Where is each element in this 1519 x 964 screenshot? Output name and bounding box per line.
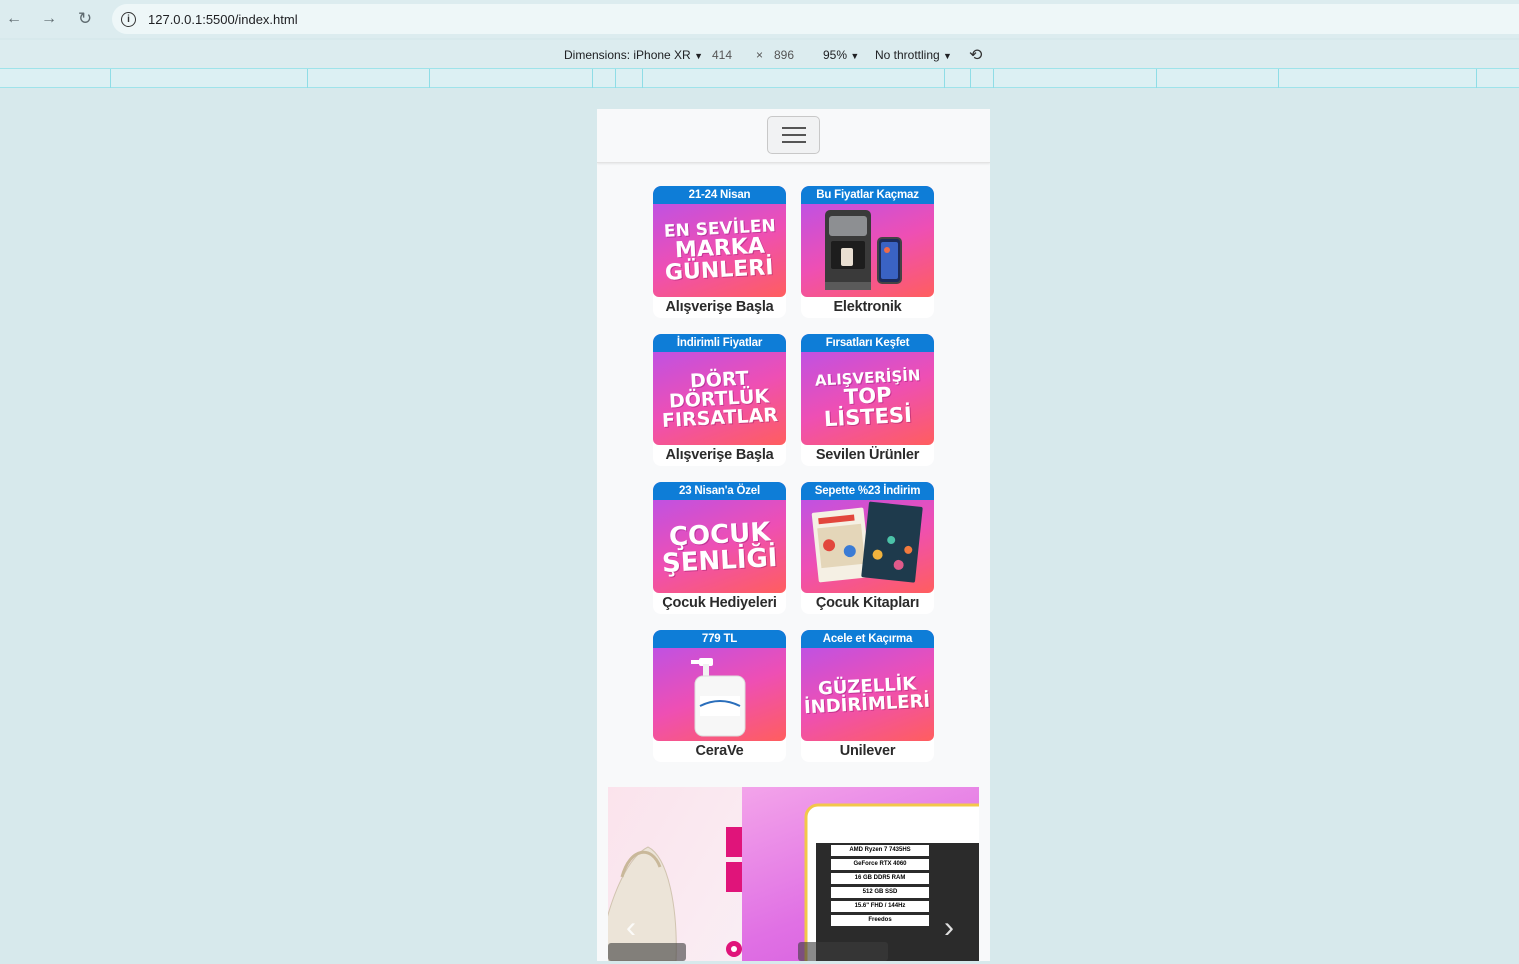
media-query-ruler[interactable] xyxy=(0,68,1519,88)
address-bar[interactable]: i 127.0.0.1:5500/index.html xyxy=(112,4,1519,34)
site-info-icon[interactable]: i xyxy=(121,11,136,27)
card-headline: GÜZELLİK İNDİRİMLERİ xyxy=(801,652,934,739)
caret-down-icon: ▼ xyxy=(850,51,860,61)
device-toolbar: Dimensions: iPhone XR ▼ 414 × 896 95% ▼ … xyxy=(0,40,1519,68)
card-banner: Acele et Kaçırma GÜZELLİK İNDİRİMLERİ xyxy=(801,630,934,741)
zoom-label: 95% xyxy=(823,48,848,62)
card-headline: ÇOCUK ŞENLİĞİ xyxy=(653,504,786,591)
card-banner: Sepette %23 İndirim xyxy=(801,482,934,593)
zoom-select[interactable]: 95% ▼ xyxy=(823,48,859,62)
throttling-select[interactable]: No throttling ▼ xyxy=(875,48,952,62)
campaign-card-marka-gunleri[interactable]: 21-24 Nisan EN SEVİLEN MARKA GÜNLERİ Alı… xyxy=(653,186,786,318)
card-tag: İndirimli Fiyatlar xyxy=(653,334,786,352)
ruler-tick xyxy=(970,69,971,88)
card-banner: 23 Nisan'a Özel ÇOCUK ŞENLİĞİ xyxy=(653,482,786,593)
children-books-image xyxy=(811,501,923,583)
card-tag: Fırsatları Keşfet xyxy=(801,334,934,352)
campaign-card-cerave[interactable]: 779 TL CeraVe xyxy=(653,630,786,762)
times-sign: × xyxy=(756,48,764,62)
back-icon[interactable]: ← xyxy=(3,8,25,30)
headline-line: LİSTESİ xyxy=(822,402,913,432)
ruler-tick xyxy=(615,69,616,88)
caret-down-icon: ▼ xyxy=(943,51,952,61)
device-viewport: 21-24 Nisan EN SEVİLEN MARKA GÜNLERİ Alı… xyxy=(597,109,990,961)
ruler-tick xyxy=(1278,69,1279,88)
card-banner: Bu Fiyatlar Kaçmaz xyxy=(801,186,934,297)
device-dimensions-select[interactable]: Dimensions: iPhone XR ▼ xyxy=(564,48,703,62)
headline-line: FIRSATLAR xyxy=(660,403,778,433)
dimensions-label: Dimensions: iPhone XR xyxy=(564,48,691,62)
campaign-card-top-listesi[interactable]: Fırsatları Keşfet ALIŞVERİŞİN TOP LİSTES… xyxy=(801,334,934,466)
hamburger-line xyxy=(782,141,806,143)
spec-item: Freedos xyxy=(831,915,929,926)
campaign-card-cocuk-kitaplari[interactable]: Sepette %23 İndirim Çocuk Kitapları xyxy=(801,482,934,614)
carousel-next-icon[interactable]: › xyxy=(944,911,954,945)
card-tag: 21-24 Nisan xyxy=(653,186,786,204)
spec-item: 512 GB SSD xyxy=(831,887,929,898)
rotate-icon[interactable]: ⟲ xyxy=(969,45,982,65)
spec-item: GeForce RTX 4060 xyxy=(831,859,929,870)
ruler-tick xyxy=(1476,69,1477,88)
campaign-card-dort-dortluk[interactable]: İndirimli Fiyatlar DÖRT DÖRTLÜK FIRSATLA… xyxy=(653,334,786,466)
carousel-prev-icon[interactable]: ‹ xyxy=(626,911,636,945)
laptop-spec-list: AMD Ryzen 7 7435HS GeForce RTX 4060 16 G… xyxy=(831,845,929,929)
hamburger-line xyxy=(782,134,806,136)
spec-item: 16 GB DDR5 RAM xyxy=(831,873,929,884)
headline-line: GÜNLERİ xyxy=(664,255,775,286)
card-tag: 23 Nisan'a Özel xyxy=(653,482,786,500)
card-headline: DÖRT DÖRTLÜK FIRSATLAR xyxy=(653,356,786,443)
caret-down-icon: ▼ xyxy=(694,51,703,61)
ruler-tick xyxy=(993,69,994,88)
card-label: Çocuk Hediyeleri xyxy=(662,595,777,611)
height-input[interactable]: 896 xyxy=(774,48,794,62)
card-label: Sevilen Ürünler xyxy=(815,447,920,463)
card-label: Elektronik xyxy=(833,299,902,315)
reload-icon[interactable]: ↻ xyxy=(74,8,96,30)
url-text[interactable]: 127.0.0.1:5500/index.html xyxy=(148,12,298,27)
campaign-card-cocuk-senligi[interactable]: 23 Nisan'a Özel ÇOCUK ŞENLİĞİ Çocuk Hedi… xyxy=(653,482,786,614)
spec-item: AMD Ryzen 7 7435HS xyxy=(831,845,929,856)
throttling-label: No throttling xyxy=(875,48,940,62)
forward-icon[interactable]: → xyxy=(38,8,60,30)
ruler-tick xyxy=(1156,69,1157,88)
card-banner: 21-24 Nisan EN SEVİLEN MARKA GÜNLERİ xyxy=(653,186,786,297)
card-label: Alışverişe Başla xyxy=(665,447,774,463)
coffee-machine-phone-image xyxy=(825,210,902,290)
ruler-tick xyxy=(592,69,593,88)
promo-carousel[interactable]: AMD Ryzen 7 7435HS GeForce RTX 4060 16 G… xyxy=(608,787,979,961)
headline-line: İNDİRİMLERİ xyxy=(803,690,932,718)
ruler-tick xyxy=(642,69,643,88)
hamburger-line xyxy=(782,127,806,129)
card-headline: ALIŞVERİŞİN TOP LİSTESİ xyxy=(801,356,934,443)
ruler-tick xyxy=(944,69,945,88)
card-banner: 779 TL xyxy=(653,630,786,741)
cerave-product-image xyxy=(691,658,746,737)
spec-item: 15.6" FHD / 144Hz xyxy=(831,901,929,912)
card-label: Alışverişe Başla xyxy=(665,299,774,315)
card-label: Çocuk Kitapları xyxy=(815,595,920,611)
ruler-tick xyxy=(429,69,430,88)
card-label: CeraVe xyxy=(695,743,744,759)
card-banner: Fırsatları Keşfet ALIŞVERİŞİN TOP LİSTES… xyxy=(801,334,934,445)
campaign-card-unilever[interactable]: Acele et Kaçırma GÜZELLİK İNDİRİMLERİ Un… xyxy=(801,630,934,762)
headline-line: ŞENLİĞİ xyxy=(661,542,778,579)
browser-toolbar: ← → ↻ i 127.0.0.1:5500/index.html xyxy=(0,0,1519,38)
card-tag: Acele et Kaçırma xyxy=(801,630,934,648)
card-banner: İndirimli Fiyatlar DÖRT DÖRTLÜK FIRSATLA… xyxy=(653,334,786,445)
card-label: Unilever xyxy=(839,743,896,759)
hamburger-menu-button[interactable] xyxy=(767,116,820,154)
card-headline: EN SEVİLEN MARKA GÜNLERİ xyxy=(653,208,786,295)
ruler-tick xyxy=(307,69,308,88)
ruler-tick xyxy=(110,69,111,88)
campaign-card-elektronik[interactable]: Bu Fiyatlar Kaçmaz Elektronik xyxy=(801,186,934,318)
width-input[interactable]: 414 xyxy=(712,48,732,62)
site-navbar xyxy=(597,109,990,163)
